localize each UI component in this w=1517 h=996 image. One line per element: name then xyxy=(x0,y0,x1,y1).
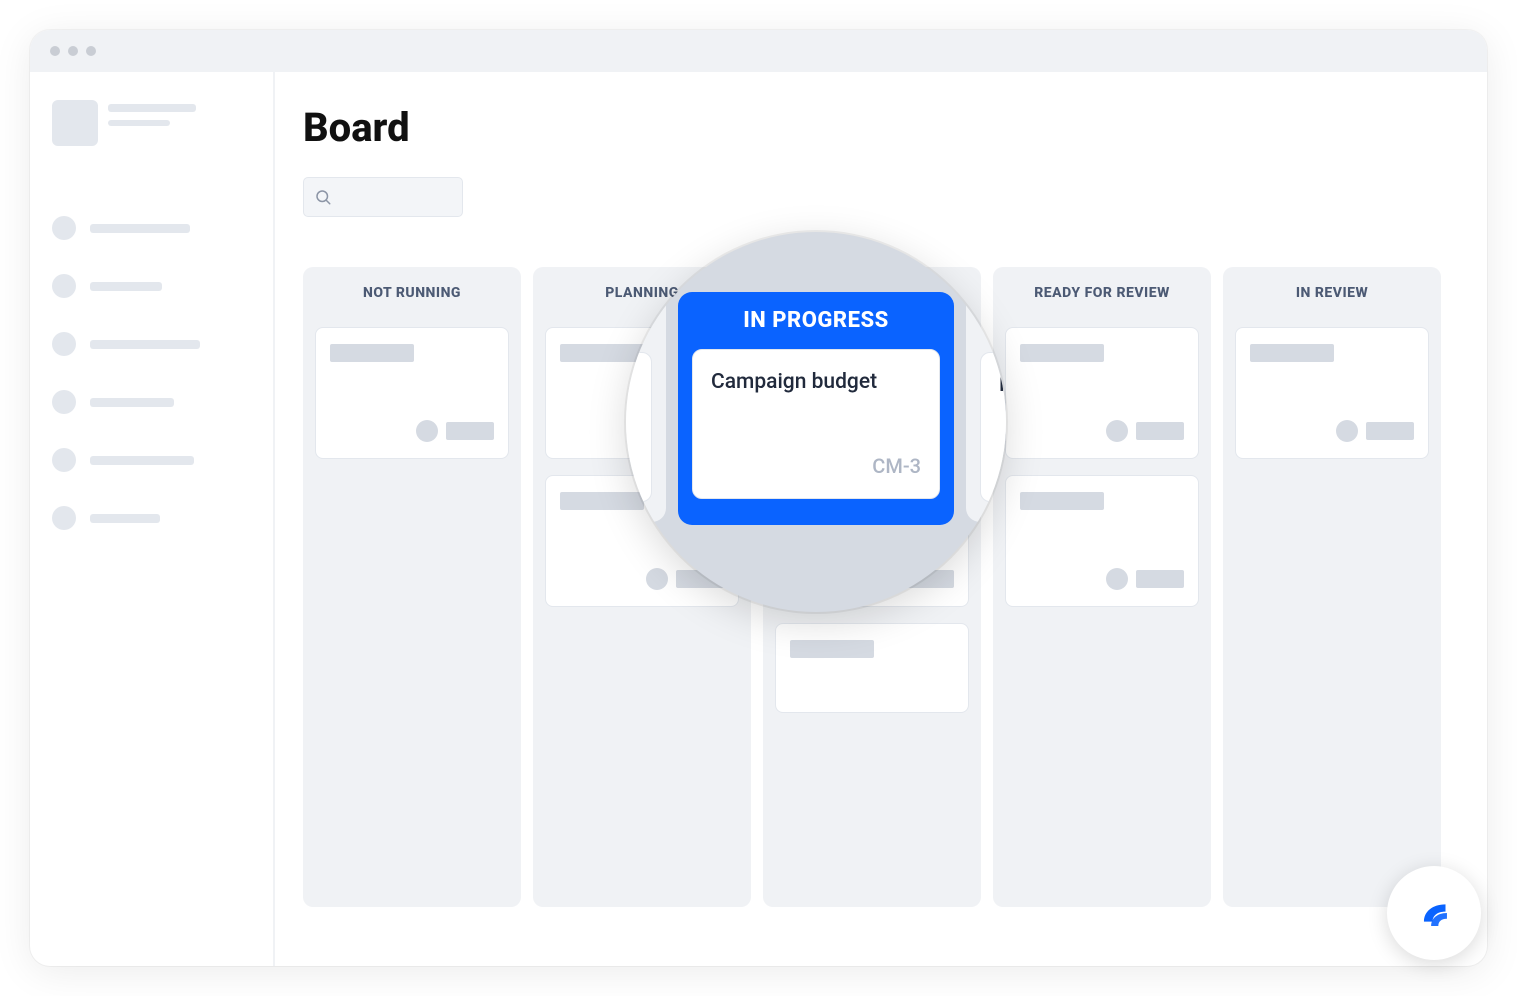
magnifier-partial-title: R xyxy=(999,373,1006,397)
sidebar-item[interactable] xyxy=(52,448,251,472)
sidebar-item[interactable] xyxy=(52,274,251,298)
kanban-card[interactable] xyxy=(1235,327,1429,459)
magnifier-card-id: CM-3 xyxy=(711,454,921,478)
card-meta xyxy=(1250,420,1414,442)
card-title-placeholder xyxy=(790,640,874,658)
card-title-placeholder xyxy=(1020,344,1104,362)
sidebar xyxy=(30,72,275,966)
sidebar-item[interactable] xyxy=(52,332,251,356)
magnifier-column-header: IN PROGRESS xyxy=(692,308,940,333)
search-icon xyxy=(314,188,332,206)
window-control-dot[interactable] xyxy=(86,46,96,56)
avatar xyxy=(52,100,98,146)
search-input[interactable] xyxy=(303,177,463,217)
card-title-placeholder xyxy=(330,344,414,362)
page-title: Board xyxy=(303,104,1459,151)
kanban-card[interactable] xyxy=(1005,475,1199,607)
magnifier-adjacent-column-left xyxy=(626,292,666,522)
card-meta xyxy=(1020,568,1184,590)
card-meta xyxy=(1020,420,1184,442)
kanban-card[interactable] xyxy=(1005,327,1199,459)
card-title-placeholder xyxy=(1020,492,1104,510)
sidebar-item[interactable] xyxy=(52,506,251,530)
window-control-dot[interactable] xyxy=(68,46,78,56)
magnifier-overlay: IN PROGRESS Campaign budget CM-3 R xyxy=(626,232,1006,612)
magnifier-card[interactable]: Campaign budget CM-3 xyxy=(692,349,940,499)
brand-badge[interactable] xyxy=(1387,866,1481,960)
window-titlebar xyxy=(30,30,1487,72)
kanban-card[interactable] xyxy=(315,327,509,459)
sidebar-item[interactable] xyxy=(52,390,251,414)
profile-text-placeholder xyxy=(108,100,251,126)
brand-logo-icon xyxy=(1411,890,1457,936)
sidebar-item[interactable] xyxy=(52,216,251,240)
kanban-column[interactable]: IN REVIEW xyxy=(1223,267,1441,907)
column-header: NOT RUNNING xyxy=(315,285,509,301)
sidebar-profile[interactable] xyxy=(52,100,251,146)
column-header: READY FOR REVIEW xyxy=(1005,285,1199,301)
kanban-column[interactable]: READY FOR REVIEW xyxy=(993,267,1211,907)
card-title-placeholder xyxy=(1250,344,1334,362)
kanban-card[interactable] xyxy=(775,623,969,713)
card-meta xyxy=(330,420,494,442)
magnifier-card-title: Campaign budget xyxy=(711,370,921,394)
kanban-column[interactable]: NOT RUNNING xyxy=(303,267,521,907)
magnifier-focused-column: IN PROGRESS Campaign budget CM-3 xyxy=(678,292,954,525)
column-header: IN REVIEW xyxy=(1235,285,1429,301)
magnifier-adjacent-column-right: R xyxy=(966,292,1006,522)
window-control-dot[interactable] xyxy=(50,46,60,56)
